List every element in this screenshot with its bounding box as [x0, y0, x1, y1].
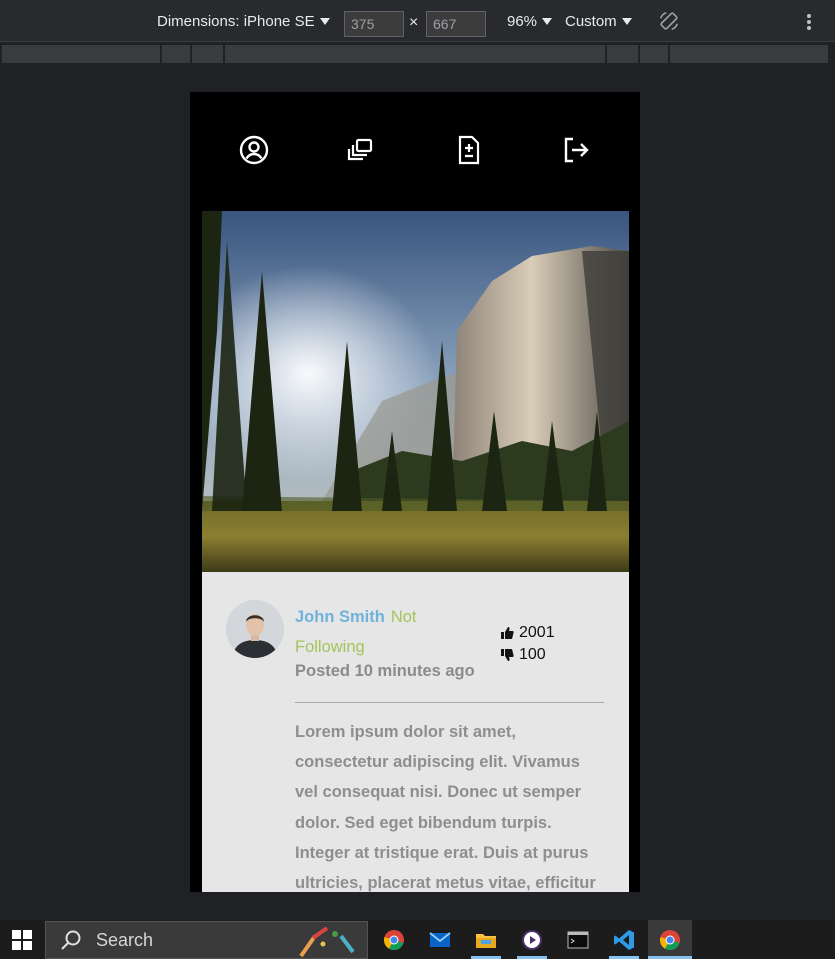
height-input[interactable]: 667 [426, 11, 486, 37]
chrome-icon [384, 929, 404, 950]
thumbs-down-icon [501, 649, 514, 661]
gallery-button[interactable] [341, 130, 381, 170]
rotate-icon [659, 11, 679, 31]
search-icon [61, 930, 81, 950]
windows-icon [12, 929, 32, 950]
more-options-icon[interactable] [807, 14, 811, 30]
file-explorer-icon [476, 933, 496, 948]
gallery-icon [348, 138, 373, 160]
vote-counts: 2001 100 [500, 622, 555, 666]
logout-icon [565, 137, 589, 162]
chevron-down-icon [621, 17, 632, 25]
dislike-row[interactable]: 100 [500, 644, 555, 666]
throttle-label: Custom [565, 12, 617, 30]
logout-button[interactable] [556, 130, 596, 170]
post-image[interactable] [202, 211, 629, 572]
device-viewport: John Smith Not Following Posted 10 minute… [190, 92, 640, 892]
dimension-separator: × [409, 14, 419, 31]
taskbar: Search [0, 920, 835, 959]
app-nav [190, 92, 640, 207]
search-highlight-icon [299, 926, 355, 958]
ruler-segment[interactable] [225, 45, 605, 63]
taskbar-search[interactable]: Search [45, 921, 368, 959]
throttle-selector[interactable]: Custom [565, 0, 632, 42]
ruler-segment[interactable] [162, 45, 190, 63]
media-player-icon [522, 929, 542, 950]
author-line: John Smith Not Following [295, 602, 485, 662]
new-post-icon [458, 135, 479, 164]
zoom-selector[interactable]: 96% [507, 0, 553, 42]
avatar[interactable] [226, 600, 284, 658]
start-button[interactable] [0, 920, 44, 959]
ruler-segment[interactable] [2, 45, 160, 63]
post-card: John Smith Not Following Posted 10 minute… [202, 211, 629, 892]
ruler-segment[interactable] [192, 45, 223, 63]
rotate-button[interactable] [658, 0, 680, 42]
post-body: Lorem ipsum dolor sit amet, consectetur … [295, 723, 596, 892]
profile-button[interactable] [234, 130, 274, 170]
taskbar-chrome[interactable] [372, 920, 416, 959]
vscode-icon [614, 929, 634, 950]
profile-icon [239, 135, 268, 164]
device-toolbar: Dimensions: iPhone SE 375 × 667 96% Cust… [0, 0, 835, 42]
taskbar-terminal[interactable] [556, 920, 600, 959]
search-label: Search [96, 929, 154, 950]
zoom-label: 96% [507, 12, 538, 30]
posted-time: Posted 10 minutes ago [295, 662, 475, 680]
media-query-bar [0, 42, 835, 66]
chevron-down-icon [542, 17, 553, 25]
taskbar-file-explorer[interactable] [464, 920, 508, 959]
chevron-down-icon [319, 17, 330, 25]
chrome-icon [660, 929, 680, 950]
taskbar-mail[interactable] [418, 920, 462, 959]
ruler-segment[interactable] [607, 45, 638, 63]
like-count: 2001 [519, 624, 555, 641]
dislike-count: 100 [519, 646, 546, 663]
ruler-segment[interactable] [640, 45, 668, 63]
divider [295, 702, 604, 703]
new-post-button[interactable] [449, 130, 489, 170]
thumbs-up-icon [501, 627, 514, 639]
taskbar-vscode[interactable] [602, 920, 646, 959]
device-selector[interactable]: Dimensions: iPhone SE [157, 0, 330, 42]
author-name[interactable]: John Smith [295, 608, 385, 626]
width-input[interactable]: 375 [344, 11, 404, 37]
device-label: Dimensions: iPhone SE [157, 12, 315, 30]
like-row[interactable]: 2001 [500, 622, 555, 644]
taskbar-media-player[interactable] [510, 920, 554, 959]
mail-icon [429, 931, 451, 947]
taskbar-chrome-active[interactable] [648, 920, 692, 959]
ruler-segment[interactable] [670, 45, 828, 63]
terminal-icon [567, 931, 589, 948]
